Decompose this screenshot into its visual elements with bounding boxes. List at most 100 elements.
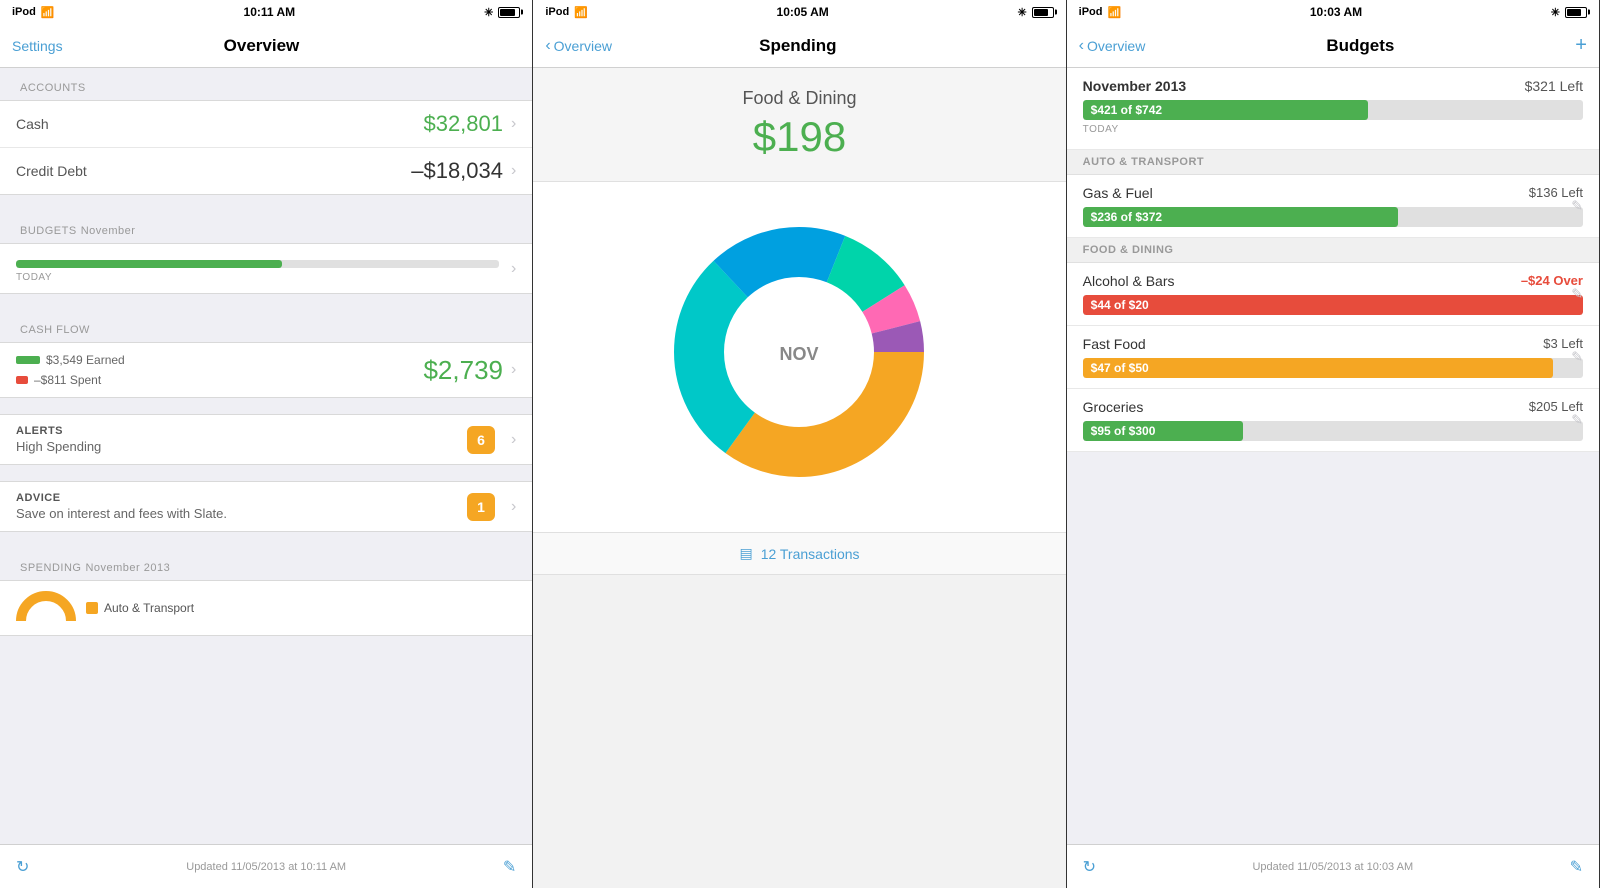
budgets-month: November <box>81 225 136 237</box>
budgets-header: BUDGETSNovember <box>0 211 532 243</box>
spent-label: –$811 Spent <box>34 373 101 387</box>
refresh-icon-1[interactable]: ↻ <box>16 857 29 877</box>
settings-label: Settings <box>12 38 63 54</box>
time-1: 10:11 AM <box>244 5 296 19</box>
spending-row[interactable]: Auto & Transport <box>0 580 532 636</box>
panel-budgets: iPod 📶 10:03 AM ✳ ‹ Overview Budgets + N… <box>1067 0 1600 888</box>
fastfood-item[interactable]: Fast Food $3 Left $47 of $50 ✎ <box>1067 326 1599 389</box>
status-bar-3: iPod 📶 10:03 AM ✳ <box>1067 0 1599 24</box>
earned-bar <box>16 356 40 364</box>
chevron-left-icon-3: ‹ <box>1079 37 1084 55</box>
wifi-icon-3: 📶 <box>1108 6 1122 19</box>
cashflow-row[interactable]: $3,549 Earned –$811 Spent $2,739 › <box>0 342 532 398</box>
budget-bar <box>16 260 282 268</box>
status-bar-2: iPod 📶 10:05 AM ✳ <box>533 0 1065 24</box>
alerts-row[interactable]: ALERTS High Spending 6 › <box>0 414 532 465</box>
spent-bar <box>16 376 28 384</box>
november-left: $321 Left <box>1525 78 1583 94</box>
edit-icon-3[interactable]: ✎ <box>1570 857 1583 877</box>
transactions-bar[interactable]: ▤ 12 Transactions <box>533 532 1065 575</box>
edit-icon-1[interactable]: ✎ <box>503 857 516 877</box>
november-bar: $421 of $742 <box>1083 100 1368 120</box>
alerts-sub: High Spending <box>16 439 101 454</box>
november-spent-label: $421 of $742 <box>1091 103 1162 117</box>
back-overview-button[interactable]: ‹ Overview <box>545 37 612 55</box>
carrier-3: iPod <box>1079 6 1103 18</box>
chevron-right-cashflow: › <box>511 361 516 379</box>
nav-bar-2: ‹ Overview Spending <box>533 24 1065 68</box>
gas-name: Gas & Fuel <box>1083 185 1153 201</box>
bluetooth-icon-2: ✳ <box>1017 6 1026 19</box>
chevron-right-budgets: › <box>511 260 516 278</box>
november-name: November 2013 <box>1083 78 1187 94</box>
panel-overview: iPod 📶 10:11 AM ✳ Settings Overview ACCO… <box>0 0 533 888</box>
edit-groceries-icon[interactable]: ✎ <box>1571 412 1583 429</box>
groceries-item[interactable]: Groceries $205 Left $95 of $300 ✎ <box>1067 389 1599 452</box>
budgets-row[interactable]: TODAY › <box>0 243 532 294</box>
budgets-scroll: November 2013 $321 Left $421 of $742 TOD… <box>1067 68 1599 844</box>
overview-scroll: ACCOUNTS Cash $32,801 › Credit Debt –$18… <box>0 68 532 844</box>
cat-auto-transport: AUTO & TRANSPORT <box>1067 150 1599 175</box>
edit-fastfood-icon[interactable]: ✎ <box>1571 349 1583 366</box>
gas-fuel-item[interactable]: Gas & Fuel $136 Left $236 of $372 ✎ <box>1067 175 1599 238</box>
alerts-title: ALERTS <box>16 425 101 437</box>
gas-bar: $236 of $372 <box>1083 207 1398 227</box>
cash-label: Cash <box>16 116 49 132</box>
advice-title: ADVICE <box>16 492 227 504</box>
cashflow-total: $2,739 <box>423 355 503 386</box>
spending-month: November 2013 <box>85 562 170 574</box>
alcohol-bar: $44 of $20 <box>1083 295 1583 315</box>
chevron-left-icon: ‹ <box>545 37 550 55</box>
groceries-name: Groceries <box>1083 399 1144 415</box>
back-overview-button-3[interactable]: ‹ Overview <box>1079 37 1146 55</box>
nav-bar-1: Settings Overview <box>0 24 532 68</box>
spending-mini-chart <box>16 591 76 625</box>
edit-alcohol-icon[interactable]: ✎ <box>1571 286 1583 303</box>
groceries-bar: $95 of $300 <box>1083 421 1243 441</box>
gas-spent: $236 of $372 <box>1091 210 1162 224</box>
battery-icon-3 <box>1565 7 1587 18</box>
settings-button[interactable]: Settings <box>12 38 63 54</box>
spending-title: Spending <box>759 36 836 56</box>
advice-badge: 1 <box>467 493 495 521</box>
bluetooth-icon-1: ✳ <box>484 6 493 19</box>
time-2: 10:05 AM <box>777 5 829 19</box>
edit-gas-icon[interactable]: ✎ <box>1571 198 1583 215</box>
fastfood-bar: $47 of $50 <box>1083 358 1553 378</box>
battery-icon-1 <box>498 7 520 18</box>
footer-text-1: Updated 11/05/2013 at 10:11 AM <box>186 861 346 873</box>
accounts-header: ACCOUNTS <box>0 68 532 100</box>
cashflow-header: CASH FLOW <box>0 310 532 342</box>
nav-bar-3: ‹ Overview Budgets + <box>1067 24 1599 68</box>
budgets-title: Budgets <box>1326 36 1394 56</box>
alcohol-spent: $44 of $20 <box>1091 298 1149 312</box>
refresh-icon-3[interactable]: ↻ <box>1083 857 1096 877</box>
chevron-right-cash: › <box>511 115 516 133</box>
fastfood-name: Fast Food <box>1083 336 1146 352</box>
legend-label-auto: Auto & Transport <box>104 601 194 615</box>
footer-3: ↻ Updated 11/05/2013 at 10:03 AM ✎ <box>1067 844 1599 888</box>
november-today: TODAY <box>1083 124 1583 135</box>
carrier-2: iPod <box>545 6 569 18</box>
add-budget-button[interactable]: + <box>1575 34 1587 57</box>
debt-label: Credit Debt <box>16 163 87 179</box>
time-3: 10:03 AM <box>1310 5 1362 19</box>
bluetooth-icon-3: ✳ <box>1551 6 1560 19</box>
alcohol-item[interactable]: Alcohol & Bars –$24 Over $44 of $20 ✎ <box>1067 263 1599 326</box>
donut-label: NOV <box>780 344 819 364</box>
donut-chart-container: NOV <box>533 182 1065 532</box>
transactions-label: 12 Transactions <box>761 546 860 562</box>
cash-row[interactable]: Cash $32,801 › <box>0 101 532 148</box>
november-row[interactable]: November 2013 $321 Left $421 of $742 TOD… <box>1067 68 1599 150</box>
status-bar-1: iPod 📶 10:11 AM ✳ <box>0 0 532 24</box>
debt-row[interactable]: Credit Debt –$18,034 › <box>0 148 532 194</box>
alcohol-name: Alcohol & Bars <box>1083 273 1175 289</box>
advice-sub: Save on interest and fees with Slate. <box>16 506 227 521</box>
wifi-icon-2: 📶 <box>574 6 588 19</box>
transactions-icon: ▤ <box>739 545 752 562</box>
panel-spending: iPod 📶 10:05 AM ✳ ‹ Overview Spending Fo… <box>533 0 1066 888</box>
cat-food-dining: FOOD & DINING <box>1067 238 1599 263</box>
advice-row[interactable]: ADVICE Save on interest and fees with Sl… <box>0 481 532 532</box>
spending-header: SPENDINGNovember 2013 <box>0 548 532 580</box>
accounts-card: Cash $32,801 › Credit Debt –$18,034 › <box>0 100 532 195</box>
